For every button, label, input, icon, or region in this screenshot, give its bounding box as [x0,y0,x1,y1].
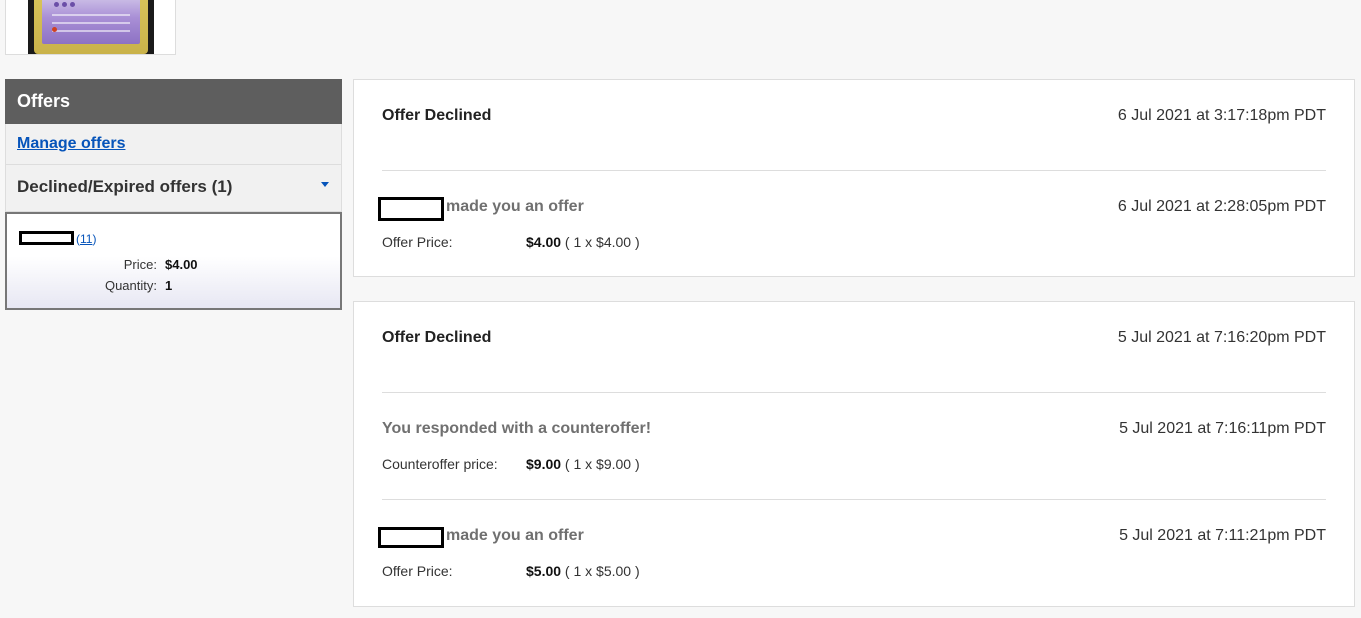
redacted-username [19,231,74,245]
quantity-label: Quantity: [104,278,157,293]
feedback-score-link[interactable]: 11 [80,232,92,246]
offer-price-value: $5.00 ( 1 x $5.00 ) [526,563,640,579]
divider [382,499,1326,500]
event-title: made you an offer [446,198,584,215]
offer-summary-item[interactable]: (11) Price: $4.00 Quantity: 1 [5,212,342,310]
caret-down-icon[interactable] [321,182,329,187]
event-time: 5 Jul 2021 at 7:16:11pm PDT [1119,420,1326,437]
offer-price-label: Offer Price: [382,563,453,579]
manage-offers-link[interactable]: Manage offers [17,135,125,152]
feedback-score: (11) [76,232,97,246]
redacted-username [378,527,444,548]
trading-card-image [34,0,148,54]
item-thumbnail[interactable] [5,0,176,55]
offer-thread-panel: Offer Declined 5 Jul 2021 at 7:16:20pm P… [353,301,1355,607]
status-title: Offer Declined [382,329,492,346]
divider [382,392,1326,393]
quantity-value: 1 [165,278,173,293]
status-time: 5 Jul 2021 at 7:16:20pm PDT [1117,329,1326,346]
offer-thread-panel: Offer Declined 6 Jul 2021 at 3:17:18pm P… [353,79,1355,277]
item-image [28,0,154,54]
event-title: made you an offer [446,527,584,544]
section-title: Declined/Expired offers (1) [17,177,233,196]
event-time: 5 Jul 2021 at 7:11:21pm PDT [1119,527,1326,544]
price-row: Price: $4.00 [7,257,198,272]
declined-expired-section[interactable]: Declined/Expired offers (1) [5,165,342,212]
status-title: Offer Declined [382,107,492,124]
divider [382,170,1326,171]
quantity-row: Quantity: 1 [7,278,172,293]
offers-sidebar: Offers Manage offers Declined/Expired of… [5,79,342,310]
event-time: 6 Jul 2021 at 2:28:05pm PDT [1117,198,1326,215]
status-time: 6 Jul 2021 at 3:17:18pm PDT [1117,107,1326,124]
counteroffer-price-value: $9.00 ( 1 x $9.00 ) [526,456,640,472]
offer-price-value: $4.00 ( 1 x $4.00 ) [526,234,640,250]
sidebar-header: Offers [5,79,342,124]
offer-price-label: Offer Price: [382,234,453,250]
event-title: You responded with a counteroffer! [382,420,652,437]
price-value: $4.00 [165,257,198,272]
redacted-username [378,197,444,221]
price-label: Price: [123,257,157,272]
counteroffer-price-label: Counteroffer price: [382,456,498,472]
manage-offers-row: Manage offers [5,124,342,165]
